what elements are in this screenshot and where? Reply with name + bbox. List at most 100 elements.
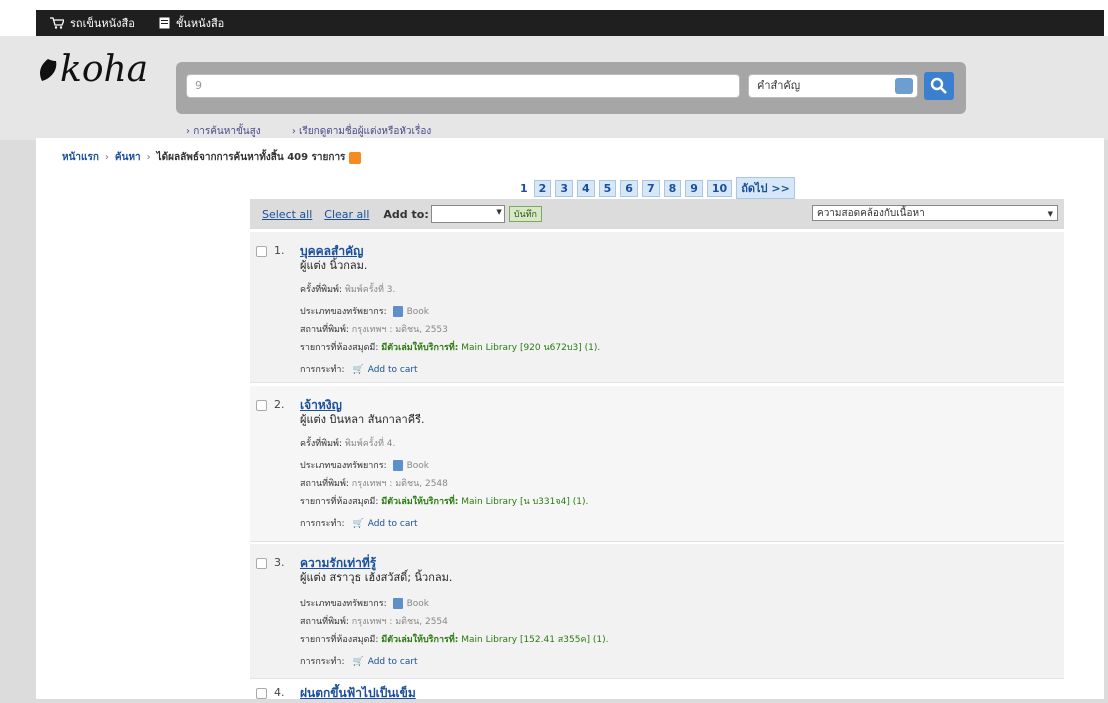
page-link[interactable]: 5 bbox=[598, 179, 617, 197]
page-link[interactable]: 10 bbox=[706, 179, 733, 197]
koha-logo[interactable]: koha bbox=[36, 49, 148, 90]
results-toolbar: Select all Clear all Add to: บันทึก ความ… bbox=[250, 199, 1064, 229]
result-author: ผู้แต่ง บินหลา สันกาลาคีรี. bbox=[300, 413, 425, 426]
advanced-search-label: การค้นหาขั้นสูง bbox=[193, 126, 261, 137]
browse-link[interactable]: › เรียกดูตามชื่อผู้แต่งหรือหัวเรื่อง bbox=[292, 126, 445, 137]
add-to-cart-link[interactable]: Add to cart bbox=[368, 365, 418, 375]
pub-label: สถานที่พิมพ์: bbox=[300, 325, 349, 335]
add-to-cart-link[interactable]: Add to cart bbox=[368, 657, 418, 667]
result-row: 3. ความรักเท่าที่รู้ ผู้แต่ง สราวุธ เฮ้ง… bbox=[250, 544, 1064, 679]
search-sublinks: › การค้นหาขั้นสูง › เรียกดูตามชื่อผู้แต่… bbox=[186, 124, 459, 139]
result-title-link[interactable]: ฝนตกขึ้นฟ้าไปเป็นเข็ม bbox=[300, 684, 416, 703]
breadcrumb-results: ได้ผลลัพธ์จากการค้นหาทั้งสิ้น 409 รายการ bbox=[156, 152, 346, 163]
add-to-select[interactable] bbox=[430, 205, 505, 223]
actions-line: การกระทำ: 🛒 Add to cart bbox=[300, 654, 418, 668]
available-label: มีตัวเล่มให้บริการที่: bbox=[381, 497, 459, 507]
sort-select[interactable]: ความสอดคล้องกับเนื้อหา bbox=[812, 205, 1058, 222]
type-value: Book bbox=[406, 461, 430, 471]
shelves-label: ชั้นหนังสือ bbox=[175, 17, 225, 30]
page-link[interactable]: 6 bbox=[620, 179, 638, 197]
pub-line: สถานที่พิมพ์: กรุงเทพฯ : มติชน, 2553 bbox=[300, 322, 448, 336]
pub-line: สถานที่พิมพ์: กรุงเทพฯ : มติชน, 2548 bbox=[300, 476, 448, 490]
actions-line: การกระทำ: 🛒 Add to cart bbox=[300, 516, 418, 530]
book-icon bbox=[392, 598, 403, 609]
available-label: มีตัวเล่มให้บริการที่: bbox=[381, 635, 459, 645]
holdings-label: รายการที่ห้องสมุดมี: bbox=[300, 343, 379, 353]
page-link[interactable]: 3 bbox=[555, 179, 573, 197]
pub-value: กรุงเทพฯ : มติชน, 2553 bbox=[351, 325, 448, 335]
breadcrumb-search[interactable]: ค้นหา bbox=[115, 150, 141, 165]
cart-icon: 🛒 bbox=[352, 519, 364, 529]
holdings-line: รายการที่ห้องสมุดมี: มีตัวเล่มให้บริการท… bbox=[300, 632, 608, 646]
result-number: 2. bbox=[274, 398, 285, 411]
result-checkbox[interactable] bbox=[256, 400, 267, 411]
result-number: 3. bbox=[274, 556, 285, 569]
save-button[interactable]: บันทึก bbox=[508, 206, 542, 222]
edition-value: พิมพ์ครั้งที่ 4. bbox=[344, 439, 396, 449]
top-nav: รถเข็นหนังสือ ชั้นหนังสือ bbox=[36, 10, 1104, 36]
type-value: Book bbox=[406, 307, 430, 317]
result-checkbox[interactable] bbox=[256, 246, 267, 257]
koha-leaf-icon bbox=[40, 58, 57, 81]
logo-text: koha bbox=[60, 49, 149, 90]
edition-value: พิมพ์ครั้งที่ 3. bbox=[344, 285, 396, 295]
page-link[interactable]: 4 bbox=[576, 179, 595, 197]
cart-icon: 🛒 bbox=[352, 365, 364, 375]
chevron-down-icon bbox=[895, 78, 913, 94]
page-link[interactable]: 2 bbox=[533, 179, 552, 197]
holdings-label: รายการที่ห้องสมุดมี: bbox=[300, 497, 379, 507]
type-value: Book bbox=[406, 599, 430, 609]
search-icon bbox=[930, 77, 947, 94]
shelves-link[interactable]: ชั้นหนังสือ bbox=[159, 14, 224, 32]
rss-icon[interactable] bbox=[349, 151, 362, 164]
result-row: 4. ฝนตกขึ้นฟ้าไปเป็นเข็ม bbox=[250, 680, 1064, 700]
result-row: 1. บุคคลสำคัญ ผู้แต่ง นิ้วกลม. ครั้งที่พ… bbox=[250, 232, 1064, 383]
add-to-cart-link[interactable]: Add to cart bbox=[368, 519, 418, 529]
advanced-search-link[interactable]: › การค้นหาขั้นสูง bbox=[186, 126, 275, 137]
edition-line: ครั้งที่พิมพ์: พิมพ์ครั้งที่ 4. bbox=[300, 436, 395, 450]
cart-label: รถเข็นหนังสือ bbox=[70, 17, 135, 30]
search-input[interactable]: 9 bbox=[186, 74, 740, 98]
result-checkbox[interactable] bbox=[256, 688, 267, 699]
holdings-line: รายการที่ห้องสมุดมี: มีตัวเล่มให้บริการท… bbox=[300, 340, 600, 354]
type-label: ประเภทของทรัพยากร: bbox=[300, 307, 387, 317]
result-author: ผู้แต่ง นิ้วกลม. bbox=[300, 259, 368, 272]
search-button[interactable] bbox=[924, 72, 954, 100]
search-box: 9 คำสำคัญ bbox=[176, 62, 966, 114]
available-label: มีตัวเล่มให้บริการที่: bbox=[381, 343, 459, 353]
holdings-value: Main Library [น บ331จ4] (1). bbox=[461, 497, 589, 507]
result-number: 1. bbox=[274, 244, 285, 257]
type-line: ประเภทของทรัพยากร: Book bbox=[300, 458, 429, 472]
result-row: 2. เจ้าหงิญ ผู้แต่ง บินหลา สันกาลาคีรี. … bbox=[250, 386, 1064, 542]
pub-label: สถานที่พิมพ์: bbox=[300, 617, 349, 627]
next-page-link[interactable]: ถัดไป >> bbox=[736, 177, 795, 199]
clear-all-link[interactable]: Clear all bbox=[324, 208, 369, 221]
page-link[interactable]: 8 bbox=[663, 179, 682, 197]
cart-icon bbox=[50, 17, 64, 29]
shelf-icon bbox=[159, 17, 170, 29]
actions-label: การกระทำ: bbox=[300, 519, 345, 529]
select-all-link[interactable]: Select all bbox=[262, 208, 312, 221]
result-checkbox[interactable] bbox=[256, 558, 267, 569]
type-label: ประเภทของทรัพยากร: bbox=[300, 599, 387, 609]
actions-line: การกระทำ: 🛒 Add to cart bbox=[300, 362, 418, 376]
edition-line: ครั้งที่พิมพ์: พิมพ์ครั้งที่ 3. bbox=[300, 282, 395, 296]
result-number: 4. bbox=[274, 686, 285, 699]
actions-label: การกระทำ: bbox=[300, 365, 345, 375]
top-bar: รถเข็นหนังสือ ชั้นหนังสือ bbox=[0, 0, 1108, 38]
page-link[interactable]: 9 bbox=[685, 179, 703, 197]
book-icon bbox=[392, 306, 403, 317]
pub-value: กรุงเทพฯ : มติชน, 2548 bbox=[351, 479, 448, 489]
breadcrumb: หน้าแรก › ค้นหา › ได้ผลลัพธ์จากการค้นหาท… bbox=[62, 150, 362, 165]
page-current: 1 bbox=[520, 181, 528, 195]
type-label: ประเภทของทรัพยากร: bbox=[300, 461, 387, 471]
cart-link[interactable]: รถเข็นหนังสือ bbox=[50, 14, 135, 32]
holdings-value: Main Library [152.41 ส355ค] (1). bbox=[461, 635, 609, 645]
breadcrumb-home[interactable]: หน้าแรก bbox=[62, 150, 99, 165]
search-index-value: คำสำคัญ bbox=[757, 79, 801, 92]
breadcrumb-separator: › bbox=[104, 152, 109, 163]
page-link[interactable]: 7 bbox=[641, 179, 660, 197]
book-icon bbox=[392, 460, 403, 471]
search-index-select[interactable]: คำสำคัญ bbox=[748, 74, 918, 98]
pub-value: กรุงเทพฯ : มติชน, 2554 bbox=[351, 617, 448, 627]
